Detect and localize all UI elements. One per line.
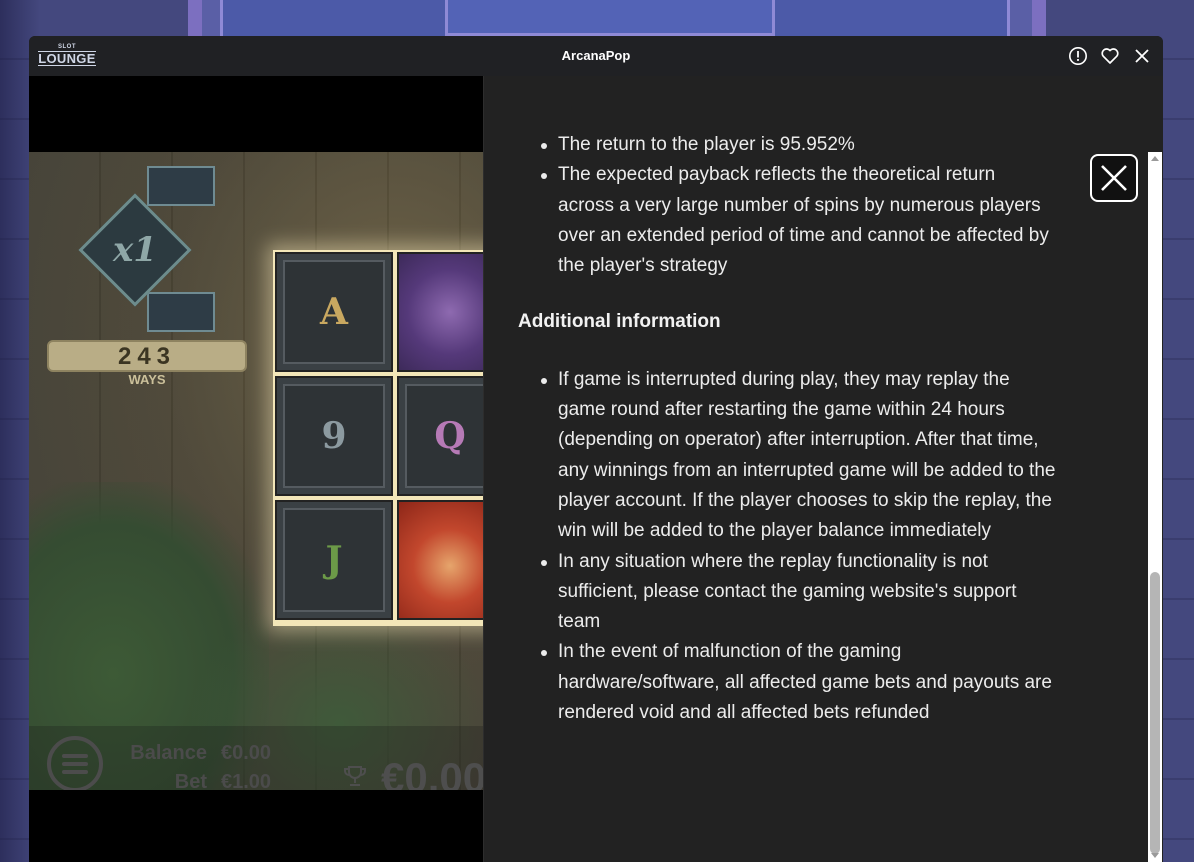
- close-icon: [1101, 165, 1127, 191]
- symbol-j: J: [325, 539, 343, 581]
- scrollbar[interactable]: [1148, 152, 1162, 862]
- title-bar: SLOT LOUNGE ArcanaPop: [29, 36, 1163, 76]
- list-item: In the event of malfunction of the gamin…: [541, 637, 1056, 728]
- symbol-q: Q: [434, 415, 466, 457]
- multiplier-value: x1: [113, 230, 157, 270]
- close-icon: [1135, 49, 1149, 63]
- scroll-up-arrow[interactable]: [1148, 152, 1162, 164]
- reel-cell: J: [275, 500, 393, 620]
- close-window-button[interactable]: [1132, 46, 1152, 66]
- additional-info-heading: Additional information: [518, 311, 721, 333]
- list-item: If game is interrupted during play, they…: [541, 365, 1056, 547]
- reel-cell: 9: [275, 376, 393, 496]
- heart-icon: [1101, 48, 1119, 64]
- reel-cell: A: [275, 252, 393, 372]
- game-area[interactable]: x1 243 WAYS A 9 Q J Balance €0.00 Bet €1…: [29, 76, 483, 862]
- chevron-down-icon: [1151, 853, 1159, 858]
- reel-cell-goat: [397, 252, 483, 372]
- game-hud: Balance €0.00 Bet €1.00 €0.00: [29, 726, 483, 790]
- ways-label: WAYS: [128, 372, 166, 387]
- rtp-list: The return to the player is 95.952% The …: [484, 130, 1104, 281]
- chevron-up-icon: [1151, 156, 1159, 161]
- game-scene: x1 243 WAYS A 9 Q J Balance €0.00 Bet €1…: [29, 152, 483, 790]
- game-modal: SLOT LOUNGE ArcanaPop x1 243 WAYS A 9 Q …: [29, 36, 1163, 862]
- trophy-icon: [344, 766, 366, 786]
- info-content: The return to the player is 95.952% The …: [484, 130, 1104, 728]
- info-icon: [1069, 47, 1087, 65]
- favorite-button[interactable]: [1100, 46, 1120, 66]
- info-panel[interactable]: The return to the player is 95.952% The …: [483, 76, 1163, 862]
- menu-button[interactable]: [47, 736, 103, 790]
- list-item: The return to the player is 95.952%: [541, 130, 1056, 160]
- list-item: The expected payback reflects the theore…: [541, 160, 1056, 281]
- balance-label: Balance: [130, 742, 207, 764]
- symbol-9: 9: [321, 415, 347, 457]
- balance-value: €0.00: [221, 742, 272, 764]
- bet-value[interactable]: €1.00: [221, 771, 271, 790]
- reel-cell-king: [397, 500, 483, 620]
- reel-grid: A 9 Q J: [273, 250, 483, 626]
- ways-count: 243: [117, 343, 177, 370]
- background-window-pane: [445, 0, 775, 36]
- multiplier-frame-bottom: [147, 292, 215, 332]
- list-item: In any situation where the replay functi…: [541, 547, 1056, 638]
- close-info-button[interactable]: [1090, 154, 1138, 202]
- menu-line-icon: [62, 762, 88, 766]
- multiplier-frame-top: [147, 166, 215, 206]
- reel-cell: Q: [397, 376, 483, 496]
- additional-info-list: If game is interrupted during play, they…: [484, 365, 1104, 729]
- bet-label: Bet: [174, 771, 207, 790]
- win-amount: €0.00: [381, 754, 483, 790]
- info-button[interactable]: [1068, 46, 1088, 66]
- window-title: ArcanaPop: [561, 48, 631, 63]
- scroll-down-arrow[interactable]: [1148, 850, 1162, 862]
- scroll-thumb[interactable]: [1150, 572, 1160, 854]
- menu-line-icon: [62, 770, 88, 774]
- menu-line-icon: [62, 754, 88, 758]
- symbol-a: A: [320, 291, 348, 333]
